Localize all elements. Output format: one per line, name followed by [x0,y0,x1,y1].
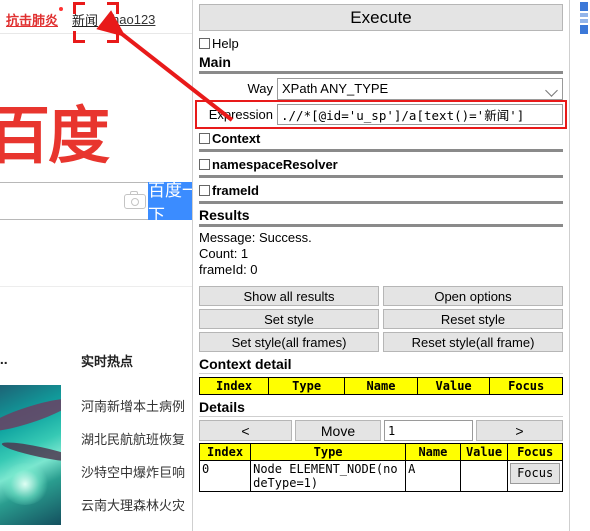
way-select[interactable]: XPath ANY_TYPE [277,77,563,100]
namespace-resolver-label: namespaceResolver [212,157,338,172]
cell-index: 0 [198,460,252,492]
browser-scrollbar-strip[interactable] [578,0,590,531]
way-field-row: Way XPath ANY_TYPE [199,77,563,100]
hot-search-item[interactable]: 湖北民航航班恢复 [81,429,185,448]
content-divider [0,286,196,287]
baidu-logo: 百度 [0,99,110,172]
result-message: Message: Success. [199,230,312,245]
details-table: Index Type Name Value Focus 0 Node ELEME… [198,443,563,492]
col-name: Name [405,443,461,461]
nav-divider [0,33,196,34]
help-checkbox[interactable] [199,38,210,49]
frameid-checkbox-row[interactable]: frameId [199,181,563,200]
frameid-checkbox[interactable] [199,185,210,196]
expression-input[interactable]: .//*[@id='u_sp']/a[text()='新闻'] [277,104,563,125]
nav-link-fight-pneumonia[interactable]: 抗击肺炎 [6,6,64,29]
set-style-button[interactable]: Set style [199,309,379,329]
way-selected-value: XPath ANY_TYPE [282,81,389,96]
results-section-heading: Results [199,207,250,223]
nav-link-label: 抗击肺炎 [6,12,59,28]
section-rule [199,373,563,374]
move-index-input[interactable]: 1 [384,420,473,441]
table-header-row: Index Type Name Value Focus [198,443,563,461]
context-detail-heading: Context detail [199,356,292,372]
col-name: Name [344,377,418,395]
move-button[interactable]: Move [295,420,381,441]
namespace-resolver-checkbox[interactable] [199,159,210,170]
nav-link-hao123[interactable]: hao123 [112,12,155,27]
section-rule [199,416,563,417]
section-rule [199,175,563,178]
card-title: 鱼... [0,351,8,367]
col-focus: Focus [489,377,563,395]
chevron-down-icon [545,83,558,97]
details-pager: < Move 1 > [199,420,563,441]
context-detail-table: Index Type Name Value Focus [198,377,563,395]
col-type: Type [250,443,407,461]
reset-style-all-frames-button[interactable]: Reset style(all frame) [383,332,563,352]
execute-button[interactable]: Execute [199,4,563,31]
hot-search-item[interactable]: 沙特空中爆炸巨响 [81,462,185,481]
cell-type: Node ELEMENT_NODE(nodeType=1) [250,460,407,492]
move-previous-button[interactable]: < [199,420,292,441]
xpath-helper-panel: Execute Help Main Way XPath ANY_TYPE Exp… [192,0,570,531]
context-checkbox-row[interactable]: Context [199,129,563,148]
action-button-row: Set style Reset style [199,309,563,329]
details-heading: Details [199,399,245,415]
hot-search-item[interactable]: 云南大理森林火灾 [81,495,185,514]
action-button-row: Set style(all frames) Reset style(all fr… [199,332,563,352]
cell-focus: Focus [507,460,563,492]
nav-link-news[interactable]: 新闻 [72,10,98,29]
col-index: Index [198,377,270,395]
set-style-all-frames-button[interactable]: Set style(all frames) [199,332,379,352]
table-header-row: Index Type Name Value Focus [198,377,563,395]
expression-label: Expression [208,107,273,122]
result-count: Count: 1 [199,246,249,261]
cell-value [459,460,509,492]
col-focus: Focus [507,443,563,461]
expression-field-row: Expression .//*[@id='u_sp']/a[text()='新闻… [195,100,567,129]
notification-dot-icon [59,6,64,11]
col-value: Value [459,443,509,461]
result-frameid: frameId: 0 [199,262,258,277]
context-checkbox[interactable] [199,133,210,144]
table-row: 0 Node ELEMENT_NODE(nodeType=1) A Focus [198,460,563,492]
section-rule [199,201,563,204]
namespace-resolver-checkbox-row[interactable]: namespaceResolver [199,155,563,174]
move-next-button[interactable]: > [476,420,563,441]
show-all-results-button[interactable]: Show all results [199,286,379,306]
col-type: Type [268,377,346,395]
open-options-button[interactable]: Open options [383,286,563,306]
hot-search-heading: 实时热点 [81,354,134,369]
help-label: Help [212,36,239,51]
col-index: Index [198,443,252,461]
section-rule [199,224,563,227]
context-label: Context [212,131,261,146]
way-label: Way [247,81,273,96]
cell-name: A [405,460,461,492]
help-checkbox-row[interactable]: Help [199,34,563,53]
reset-style-button[interactable]: Reset style [383,309,563,329]
action-button-row: Show all results Open options [199,286,563,306]
focus-button[interactable]: Focus [510,463,560,484]
section-rule [199,71,563,74]
col-value: Value [416,377,491,395]
camera-search-icon[interactable] [124,190,146,209]
frameid-label: frameId [212,183,259,198]
section-rule [199,149,563,152]
hot-search-item[interactable]: 河南新增本土病例 [81,396,185,415]
card-thumbnail-image [0,385,61,525]
baidu-top-nav: 抗击肺炎 新闻 hao123 [0,6,200,32]
main-section-heading: Main [199,54,231,70]
